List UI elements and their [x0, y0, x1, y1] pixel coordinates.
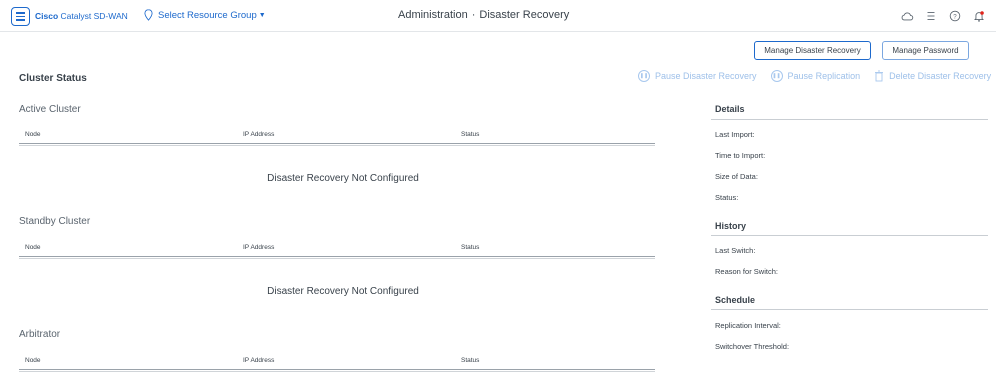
table-divider: [19, 256, 655, 259]
schedule-heading: Schedule: [715, 295, 756, 305]
active-cluster-empty-message: Disaster Recovery Not Configured: [267, 173, 419, 184]
details-divider: [711, 119, 988, 120]
bell-icon[interactable]: [972, 9, 986, 23]
standby-cluster-heading: Standby Cluster: [19, 216, 91, 227]
column-ip-address: IP Address: [243, 244, 275, 251]
resource-group-selector[interactable]: Select Resource Group ▼: [144, 9, 266, 21]
table-divider: [19, 143, 655, 146]
list-icon[interactable]: [924, 9, 938, 23]
active-cluster-table-header: Node IP Address Status: [19, 131, 655, 141]
table-divider: [19, 369, 655, 372]
column-ip-address: IP Address: [243, 357, 275, 364]
manage-password-button[interactable]: Manage Password: [882, 41, 969, 60]
resource-group-label: Select Resource Group: [158, 9, 257, 21]
column-node: Node: [25, 357, 41, 364]
switchover-threshold-label: Switchover Threshold:: [715, 342, 790, 351]
pause-replication-action[interactable]: ❚❚ Pause Replication: [770, 70, 861, 82]
standby-cluster-empty-message: Disaster Recovery Not Configured: [267, 286, 419, 297]
last-import-label: Last Import:: [715, 130, 755, 139]
last-switch-label: Last Switch:: [715, 246, 756, 255]
top-header: Cisco Catalyst SD-WAN Select Resource Gr…: [0, 0, 996, 32]
details-heading: Details: [715, 104, 745, 114]
location-pin-icon: [144, 9, 153, 21]
arbitrator-table-header: Node IP Address Status: [19, 357, 655, 367]
product-logo[interactable]: Cisco Catalyst SD-WAN: [35, 11, 128, 21]
trash-icon: [875, 70, 884, 82]
pause-replication-label: Pause Replication: [787, 71, 861, 81]
pause-dr-label: Pause Disaster Recovery: [655, 71, 757, 81]
column-status: Status: [461, 244, 480, 251]
cloud-icon[interactable]: [900, 9, 914, 23]
column-status: Status: [461, 131, 480, 138]
replication-interval-label: Replication Interval:: [715, 321, 781, 330]
reason-for-switch-label: Reason for Switch:: [715, 267, 778, 276]
delete-dr-label: Delete Disaster Recovery: [889, 71, 992, 81]
svg-text:?: ?: [953, 13, 957, 20]
brand-company: Cisco: [35, 11, 59, 21]
caret-down-icon: ▼: [258, 11, 266, 19]
time-to-import-label: Time to Import:: [715, 151, 766, 160]
size-of-data-label: Size of Data:: [715, 172, 758, 181]
delete-disaster-recovery-action[interactable]: Delete Disaster Recovery: [874, 70, 991, 82]
pause-icon: ❚❚: [770, 70, 783, 82]
history-heading: History: [715, 221, 747, 231]
cluster-actions: ❚❚ Pause Disaster Recovery ❚❚ Pause Repl…: [638, 70, 991, 82]
history-divider: [711, 235, 988, 236]
page-title: Administration · Disaster Recovery: [398, 9, 569, 21]
active-cluster-heading: Active Cluster: [19, 104, 81, 115]
title-separator: ·: [471, 9, 476, 21]
brand-product: Catalyst SD-WAN: [60, 11, 128, 21]
arbitrator-heading: Arbitrator: [19, 329, 61, 340]
header-icons: ?: [900, 9, 986, 23]
manage-disaster-recovery-button[interactable]: Manage Disaster Recovery: [754, 41, 871, 60]
column-node: Node: [25, 131, 41, 138]
pause-icon: ❚❚: [638, 70, 650, 82]
column-node: Node: [25, 244, 41, 251]
standby-cluster-table-header: Node IP Address Status: [19, 244, 655, 254]
hamburger-menu-icon[interactable]: [11, 7, 30, 26]
status-label: Status:: [715, 193, 739, 202]
help-icon[interactable]: ?: [948, 9, 962, 23]
pause-disaster-recovery-action[interactable]: ❚❚ Pause Disaster Recovery: [638, 70, 757, 82]
title-section: Administration: [398, 9, 468, 21]
cluster-status-title: Cluster Status: [19, 73, 87, 84]
title-page: Disaster Recovery: [479, 9, 570, 21]
column-status: Status: [461, 357, 480, 364]
schedule-divider: [711, 309, 988, 310]
column-ip-address: IP Address: [243, 131, 275, 138]
